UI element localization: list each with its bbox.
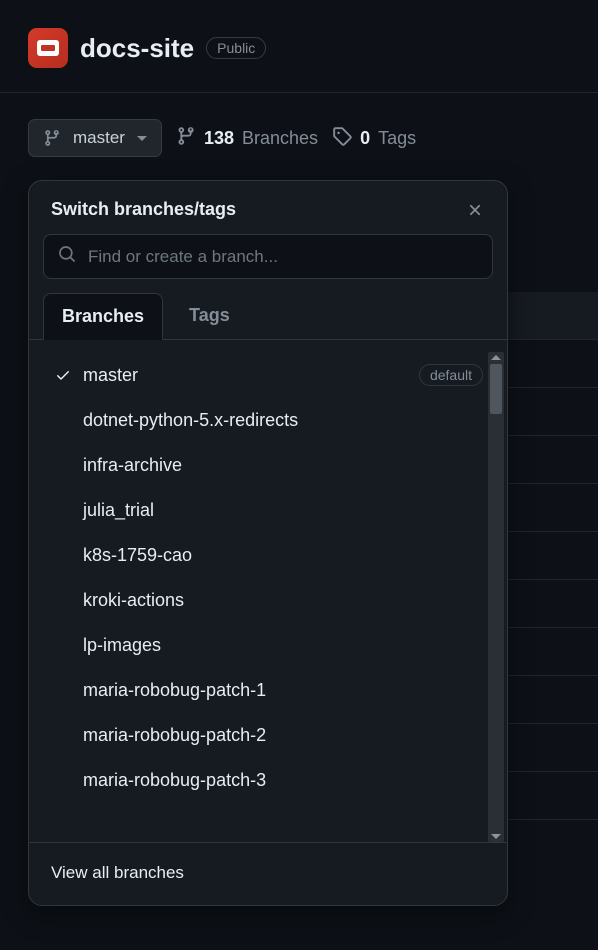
branch-name: maria-robobug-patch-2 [83,725,266,746]
table-row: D [508,772,598,820]
branch-item[interactable]: maria-robobug-patch-3 [43,758,493,803]
background-table: aJaRDGraArRD [508,292,598,820]
table-row: R [508,724,598,772]
visibility-badge: Public [206,37,266,59]
branch-item[interactable]: lp-images [43,623,493,668]
branch-name: lp-images [83,635,161,656]
table-row: r [508,676,598,724]
branch-name: infra-archive [83,455,182,476]
table-row: G [508,532,598,580]
branch-name: kroki-actions [83,590,184,611]
current-branch-label: master [73,128,125,148]
branch-item[interactable]: master default [43,352,493,398]
search-icon [58,245,76,268]
dropdown-footer: View all branches [29,842,507,905]
table-row: R [508,436,598,484]
branch-selector-button[interactable]: master [28,119,162,157]
tab-branches[interactable]: Branches [43,293,163,340]
branch-name: maria-robobug-patch-3 [83,770,266,791]
branch-item[interactable]: k8s-1759-cao [43,533,493,578]
scroll-up-icon [491,355,501,360]
table-row: a [508,388,598,436]
repo-header: docs-site Public [0,0,598,93]
branch-dropdown: Switch branches/tags Branches Tags maste… [28,180,508,906]
dropdown-tabs: Branches Tags [29,293,507,340]
tab-tags[interactable]: Tags [171,293,248,339]
table-row: D [508,484,598,532]
branch-item[interactable]: maria-robobug-patch-2 [43,713,493,758]
repo-name[interactable]: docs-site [80,33,194,64]
tags-count: 0 [360,128,370,149]
branch-name: julia_trial [83,500,154,521]
branch-search-input[interactable] [88,247,478,267]
table-row: a [508,292,598,340]
repo-logo [28,28,68,68]
table-row: ra [508,580,598,628]
branch-item[interactable]: kroki-actions [43,578,493,623]
tags-label: Tags [378,128,416,149]
branch-search-box [43,234,493,279]
branch-item[interactable]: julia_trial [43,488,493,533]
branch-item[interactable]: infra-archive [43,443,493,488]
branch-name: master [83,365,138,386]
branches-link[interactable]: 138 Branches [176,126,318,151]
view-all-branches-link[interactable]: View all branches [51,863,485,883]
check-icon [53,367,73,383]
branches-count: 138 [204,128,234,149]
close-icon [466,201,484,219]
default-badge: default [419,364,483,386]
table-row: A [508,628,598,676]
tag-icon [332,126,352,151]
dropdown-header: Switch branches/tags [29,181,507,234]
branch-item[interactable]: dotnet-python-5.x-redirects [43,398,493,443]
branch-name: dotnet-python-5.x-redirects [83,410,298,431]
scrollbar-thumb[interactable] [490,364,502,414]
branch-name: maria-robobug-patch-1 [83,680,266,701]
branch-item[interactable]: maria-robobug-patch-1 [43,668,493,713]
scroll-down-icon [491,834,501,839]
branch-toolbar: master 138 Branches 0 Tags [0,93,598,157]
chevron-down-icon [137,136,147,141]
git-branch-icon [176,126,196,151]
dropdown-title: Switch branches/tags [51,199,236,220]
branch-list: master default dotnet-python-5.x-redirects… [29,352,507,842]
git-branch-icon [43,129,61,147]
table-row: J [508,340,598,388]
branches-label: Branches [242,128,318,149]
tags-link[interactable]: 0 Tags [332,126,416,151]
close-button[interactable] [465,200,485,220]
branch-name: k8s-1759-cao [83,545,192,566]
scrollbar[interactable] [488,352,504,842]
